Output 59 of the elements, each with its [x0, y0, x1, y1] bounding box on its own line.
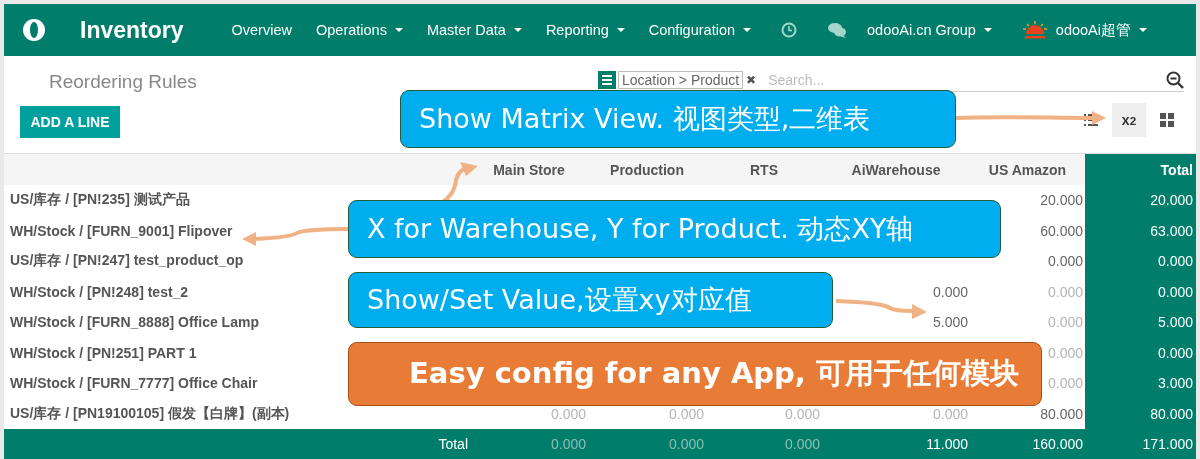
- table-cell[interactable]: 60.000: [1040, 222, 1083, 239]
- row-label: WH/Stock / [FURN_8888] Office Lamp: [10, 314, 259, 331]
- search-facet: Location > Product: [618, 71, 744, 89]
- user-menu[interactable]: odooAi超管: [1055, 20, 1147, 40]
- add-line-button[interactable]: ADD A LINE: [20, 106, 120, 138]
- callout: Show Matrix View. 视图类型,二维表: [400, 90, 956, 148]
- column-total: 11.000: [822, 429, 970, 459]
- menu-item[interactable]: Overview: [231, 22, 292, 38]
- chat-icon[interactable]: [827, 22, 847, 38]
- column-total: 0.000: [706, 429, 822, 459]
- column-header[interactable]: Main Store: [470, 154, 588, 185]
- column-total: 0.000: [470, 429, 588, 459]
- row-total: 0.000: [1085, 337, 1196, 368]
- table-cell[interactable]: 20.000: [1040, 192, 1083, 209]
- group-by-icon: [598, 71, 616, 89]
- callout: Show/Set Value,设置xy对应值: [348, 272, 833, 328]
- column-total: 160.000: [970, 429, 1085, 459]
- table-cell[interactable]: 0.000: [1047, 253, 1083, 270]
- row-total: 63.000: [1085, 215, 1196, 246]
- row-total: 80.000: [1085, 398, 1196, 429]
- row-label: WH/Stock / [PN!248] test_2: [10, 283, 189, 300]
- column-header[interactable]: AiWarehouse: [822, 154, 970, 185]
- grid-icon: [1160, 113, 1174, 127]
- menu-item[interactable]: Operations: [315, 22, 403, 38]
- search-icon[interactable]: [1166, 71, 1184, 89]
- column-header[interactable]: RTS: [706, 154, 822, 185]
- table-cell[interactable]: 80.000: [1040, 405, 1083, 422]
- grand-total: 171.000: [1085, 429, 1196, 459]
- logo-icon[interactable]: [22, 18, 46, 42]
- row-label: US/库存 / [PN!235] 测试产品: [10, 191, 190, 210]
- sun-logo-icon: [1021, 20, 1048, 40]
- company-switcher[interactable]: odooAi.cn Group: [867, 22, 992, 38]
- row-total: 3.000: [1085, 368, 1196, 399]
- row-label: US/库存 / [PN19100105] 假发【白牌】(副本): [10, 404, 290, 423]
- column-total: 0.000: [588, 429, 706, 459]
- remove-facet-button[interactable]: ✖: [746, 73, 761, 87]
- column-header[interactable]: Production: [588, 154, 706, 185]
- row-label: US/库存 / [PN!247] test_product_op: [10, 252, 244, 271]
- row-total: 5.000: [1085, 307, 1196, 338]
- callout: Easy config for any App, 可用于任何模块: [348, 342, 1042, 406]
- row-label: WH/Stock / [FURN_9001] Flipover: [10, 222, 233, 239]
- search-input[interactable]: Search...: [760, 71, 1162, 89]
- app-name: Inventory: [80, 16, 184, 44]
- clock-icon[interactable]: [781, 22, 797, 38]
- row-label: WH/Stock / [PN!251] PART 1: [10, 344, 197, 361]
- footer-label: Total: [4, 429, 470, 459]
- row-label: WH/Stock / [FURN_7777] Office Chair: [10, 375, 258, 392]
- menu-item[interactable]: Master Data: [426, 22, 522, 38]
- callout: X for Warehouse, Y for Product. 动态XY轴: [348, 200, 1001, 258]
- table-cell[interactable]: 0.000: [932, 283, 968, 300]
- breadcrumb: Reordering Rules: [49, 71, 197, 93]
- row-total: 20.000: [1085, 185, 1196, 216]
- column-header[interactable]: US Amazon: [970, 154, 1085, 185]
- table-cell[interactable]: 5.000: [932, 314, 968, 331]
- column-header[interactable]: Total: [1085, 154, 1196, 185]
- row-total: 0.000: [1085, 276, 1196, 307]
- row-total: 0.000: [1085, 246, 1196, 277]
- menu-item[interactable]: Reporting: [545, 22, 625, 38]
- menu-item[interactable]: Configuration: [648, 22, 751, 38]
